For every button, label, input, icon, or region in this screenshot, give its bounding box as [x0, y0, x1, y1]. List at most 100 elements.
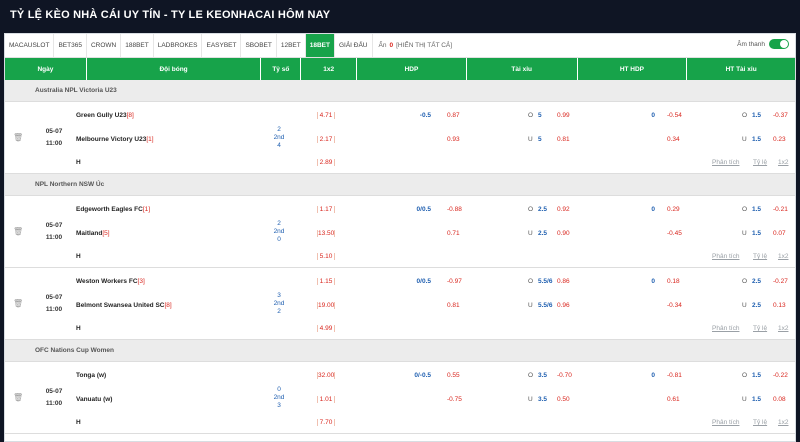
match-date: 05-07 [45, 222, 63, 229]
ht-hdp-away-odds[interactable]: -0.34 [667, 302, 682, 309]
odds-home[interactable]: 1.15 [317, 278, 335, 285]
ratio-link[interactable]: Tỷ lệ [753, 253, 767, 260]
tx-under-odds[interactable]: 0.90 [557, 230, 570, 237]
ht-tx-over-odds[interactable]: -0.27 [773, 278, 788, 285]
hdp-home-odds[interactable]: 0.87 [447, 112, 460, 119]
analysis-link[interactable]: Phân tích [712, 419, 739, 426]
odds-draw[interactable]: 2.89 [317, 159, 335, 166]
ht-tx-under-odds[interactable]: 0.07 [773, 230, 786, 237]
ht-tx-over-odds[interactable]: -0.21 [773, 206, 788, 213]
away-team-rank: [8] [164, 302, 172, 309]
tx-under-line: 2.5 [538, 230, 548, 237]
trash-icon[interactable]: 🗑 [13, 227, 23, 236]
hdp-away-odds[interactable]: 0.81 [447, 302, 460, 309]
tx-under-odds[interactable]: 0.50 [557, 396, 570, 403]
analysis-link[interactable]: Phân tích [712, 159, 739, 166]
ht-hdp-home-odds[interactable]: -0.81 [667, 372, 682, 379]
page-title: TỶ LỆ KÈO NHÀ CÁI UY TÍN - TY LE KEONHAC… [10, 9, 331, 21]
ht-hdp-home-odds[interactable]: 0.18 [667, 278, 680, 285]
odds-home[interactable]: 1.17 [317, 206, 335, 213]
ht-tx-under-odds[interactable]: 0.08 [773, 396, 786, 403]
analysis-link[interactable]: Phân tích [712, 253, 739, 260]
ht-tx-over-label: O [742, 206, 748, 213]
league-header[interactable]: Australia NPL Victoria U23 [5, 80, 795, 102]
tab-ladbrokes[interactable]: LADBROKES [154, 34, 203, 57]
odds-away[interactable]: 19.00 [317, 302, 335, 309]
tx-over-line: 3.5 [538, 372, 548, 379]
ht-tx-over-odds[interactable]: -0.22 [773, 372, 788, 379]
ht-hdp-away-odds[interactable]: 0.34 [667, 136, 680, 143]
x12-link[interactable]: 1x2 [778, 159, 788, 166]
tab-crown[interactable]: CROWN [87, 34, 122, 57]
trash-icon[interactable]: 🗑 [13, 133, 23, 142]
match-row: 🗑 05-07 11:00 Edgeworth Eagles FC[1] Maitlan… [5, 196, 795, 268]
hdp-away-odds[interactable]: 0.93 [447, 136, 460, 143]
away-team[interactable]: Belmont Swansea United SC[8] [76, 302, 172, 309]
score-away: 0 [277, 236, 281, 243]
match-time: 11:00 [45, 306, 63, 313]
home-team[interactable]: Tonga (w) [76, 372, 106, 379]
trash-icon[interactable]: 🗑 [13, 299, 23, 308]
ht-hdp-away-odds[interactable]: 0.61 [667, 396, 680, 403]
ht-hdp-away-odds[interactable]: -0.45 [667, 230, 682, 237]
tab-gi-i-u[interactable]: GIẢI ĐẤU [335, 34, 373, 57]
ratio-link[interactable]: Tỷ lệ [753, 419, 767, 426]
table-header: Ngày Đội bóng Tỷ số 1x2 HDP Tài xỉu HT H… [5, 58, 795, 80]
home-team[interactable]: Weston Workers FC[3] [76, 278, 145, 285]
bookmaker-tabs: MACAUSLOT BET365 CROWN 188BET LADBROKES EASYB… [5, 34, 795, 58]
tab-12bet[interactable]: 12BET [277, 34, 306, 57]
home-team[interactable]: Edgeworth Eagles FC[1] [76, 206, 150, 213]
show-all-link[interactable]: [HIỂN THỊ TẤT CẢ] [396, 42, 452, 49]
ht-tx-over-odds[interactable]: -0.37 [773, 112, 788, 119]
x12-link[interactable]: 1x2 [778, 419, 788, 426]
away-team[interactable]: Vanuatu (w) [76, 396, 112, 403]
x12-link[interactable]: 1x2 [778, 253, 788, 260]
tx-under-odds[interactable]: 0.96 [557, 302, 570, 309]
tab-macauslot[interactable]: MACAUSLOT [5, 34, 55, 57]
ht-hdp-line: 0 [651, 278, 655, 285]
odds-home[interactable]: 32.00 [317, 372, 335, 379]
ht-tx-over-label: O [742, 372, 748, 379]
home-team[interactable]: Green Gully U23[8] [76, 112, 134, 119]
hdp-home-odds[interactable]: -0.88 [447, 206, 462, 213]
x12-link[interactable]: 1x2 [778, 325, 788, 332]
odds-away[interactable]: 1.01 [317, 396, 335, 403]
odds-draw[interactable]: 5.10 [317, 253, 335, 260]
tx-over-odds[interactable]: 0.86 [557, 278, 570, 285]
sound-control: Âm thanh [737, 39, 789, 49]
league-header[interactable]: NPL Northern NSW Úc [5, 174, 795, 196]
tx-over-odds[interactable]: -0.70 [557, 372, 572, 379]
analysis-link[interactable]: Phân tích [712, 325, 739, 332]
hdp-home-odds[interactable]: -0.97 [447, 278, 462, 285]
ht-hdp-home-odds[interactable]: 0.29 [667, 206, 680, 213]
odds-home[interactable]: 4.71 [317, 112, 335, 119]
trash-icon[interactable]: 🗑 [13, 393, 23, 402]
ratio-link[interactable]: Tỷ lệ [753, 159, 767, 166]
tx-under-odds[interactable]: 0.81 [557, 136, 570, 143]
tab-easybet[interactable]: EASYBET [202, 34, 242, 57]
odds-draw[interactable]: 7.70 [317, 419, 335, 426]
hdp-home-odds[interactable]: 0.55 [447, 372, 460, 379]
away-team[interactable]: Maitland[5] [76, 230, 110, 237]
league-header[interactable]: OFC Nations Cup Women [5, 340, 795, 362]
odds-away[interactable]: 2.17 [317, 136, 335, 143]
away-team[interactable]: Melbourne Victory U23[1] [76, 136, 154, 143]
tab-188bet[interactable]: 188BET [121, 34, 154, 57]
tab-sbobet[interactable]: SBOBET [241, 34, 277, 57]
tx-over-odds[interactable]: 0.99 [557, 112, 570, 119]
ht-tx-under-label: U [742, 136, 747, 143]
ht-tx-under-odds[interactable]: 0.23 [773, 136, 786, 143]
tab-bet365[interactable]: BET365 [54, 34, 87, 57]
tab-18bet[interactable]: 18BET [305, 34, 335, 57]
odds-away[interactable]: 13.50 [317, 230, 335, 237]
hdp-away-odds[interactable]: -0.75 [447, 396, 462, 403]
score-home: 2 [277, 126, 281, 133]
odds-draw[interactable]: 4.99 [317, 325, 335, 332]
hide-all-toggle[interactable]: Ẩn 0 [HIỂN THỊ TẤT CẢ] [373, 34, 453, 57]
ht-hdp-home-odds[interactable]: -0.54 [667, 112, 682, 119]
hdp-away-odds[interactable]: 0.71 [447, 230, 460, 237]
ratio-link[interactable]: Tỷ lệ [753, 325, 767, 332]
sound-toggle[interactable] [769, 39, 789, 49]
tx-over-odds[interactable]: 0.92 [557, 206, 570, 213]
ht-tx-under-odds[interactable]: 0.13 [773, 302, 786, 309]
